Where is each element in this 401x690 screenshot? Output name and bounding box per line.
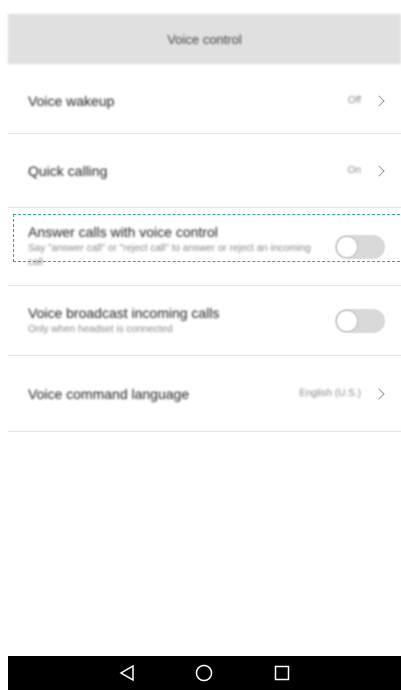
setting-value: Off <box>347 95 361 106</box>
highlight-box <box>13 214 401 262</box>
setting-title: Voice command language <box>28 385 190 402</box>
setting-texts: Voice wakeup <box>28 93 348 109</box>
setting-title: Quick calling <box>28 162 108 179</box>
setting-title: Voice broadcast incoming calls <box>28 304 220 321</box>
voice-broadcast-toggle[interactable] <box>335 308 385 333</box>
setting-quick-calling[interactable]: Quick calling On <box>8 134 401 208</box>
setting-voice-broadcast[interactable]: Voice broadcast incoming calls Only when… <box>8 286 401 356</box>
setting-value: On <box>347 165 361 176</box>
setting-title: Voice wakeup <box>28 92 115 109</box>
setting-texts: Voice command language <box>28 386 299 402</box>
setting-voice-wakeup[interactable]: Voice wakeup Off <box>8 68 401 134</box>
page-title: Voice control <box>167 31 242 47</box>
navigation-bar <box>8 656 401 690</box>
setting-subtitle: Only when headset is connected <box>28 323 173 335</box>
setting-texts: Quick calling <box>28 163 348 179</box>
chevron-right-icon <box>375 94 385 108</box>
recents-square-icon[interactable] <box>272 663 292 683</box>
setting-texts: Voice broadcast incoming calls Only when… <box>28 305 335 337</box>
chevron-right-icon <box>375 387 385 401</box>
home-circle-icon[interactable] <box>194 663 214 683</box>
setting-voice-command-language[interactable]: Voice command language English (U.S.) <box>8 356 401 432</box>
app-header: Voice control <box>8 14 401 64</box>
setting-value: English (U.S.) <box>299 388 361 399</box>
chevron-right-icon <box>375 164 385 178</box>
back-triangle-icon[interactable] <box>117 663 137 683</box>
